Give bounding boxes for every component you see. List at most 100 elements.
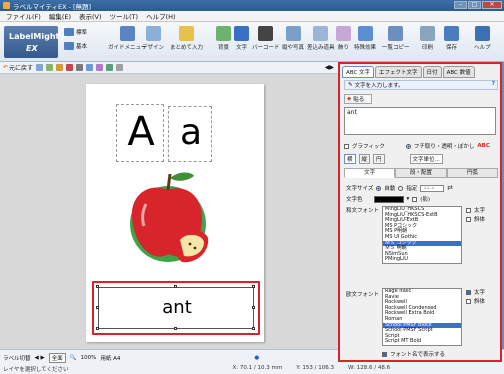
resize-handle-mr[interactable] xyxy=(252,306,255,309)
word-text: ant xyxy=(162,297,192,318)
char-unit-button[interactable]: 文字単位... xyxy=(409,154,443,164)
copy-tool-icon[interactable] xyxy=(46,64,54,71)
menu-file[interactable]: ファイル(F) xyxy=(2,11,45,21)
en-font-list[interactable]: Rage Italic Ravie Rockwell Rockwell Condens… xyxy=(382,288,462,346)
tab-text[interactable]: ABC 文字 xyxy=(342,66,375,78)
pencil-icon: ✎ xyxy=(348,82,353,88)
standard-button[interactable]: 標準 xyxy=(64,28,87,36)
menu-edit[interactable]: 編集(E) xyxy=(45,11,75,21)
resize-handle-tc[interactable] xyxy=(174,285,177,288)
apple-illustration[interactable] xyxy=(120,168,212,268)
resize-handle-ml[interactable] xyxy=(96,306,99,309)
tab-date[interactable]: 日付 xyxy=(422,66,442,78)
label-switch-button[interactable]: ラベル切替 xyxy=(3,354,31,362)
vertical-button[interactable]: 縦 xyxy=(358,154,371,164)
nav-arrows[interactable]: ◀ ▶ xyxy=(35,355,45,361)
size-input[interactable]: 11.2 xyxy=(420,184,445,192)
lock-icon[interactable] xyxy=(116,64,124,71)
abc-badge: ABC xyxy=(477,143,490,149)
hint-bar: ✎ 文字を入力します。 ? xyxy=(344,80,498,90)
standard-icon xyxy=(64,28,74,36)
graphic-checkbox[interactable] xyxy=(344,143,349,149)
ribbon-save-button[interactable]: 保存 xyxy=(444,26,459,51)
menu-help[interactable]: ヘルプ(H) xyxy=(142,11,179,21)
font-list-item[interactable]: PMingLiU xyxy=(383,257,461,263)
ribbon-background-button[interactable]: 背景 xyxy=(216,26,231,51)
background-icon xyxy=(216,26,231,41)
color-dropdown-icon[interactable]: ▾ xyxy=(407,196,410,202)
align-icon[interactable] xyxy=(86,64,94,71)
size-auto-radio[interactable] xyxy=(376,185,382,191)
resize-handle-br[interactable] xyxy=(252,327,255,330)
font-list-item[interactable]: Script MT Bold xyxy=(383,339,461,345)
minimize-button[interactable]: – xyxy=(454,1,467,9)
cut-icon[interactable] xyxy=(36,64,44,71)
menu-view[interactable]: 表示(V) xyxy=(75,11,106,21)
subtab-layout[interactable]: 段・配置 xyxy=(395,168,447,178)
ribbon-help-button[interactable]: ヘルプ xyxy=(474,26,491,51)
layer-icon[interactable] xyxy=(96,64,104,71)
en-bold-checkbox[interactable] xyxy=(466,289,471,295)
circle-button[interactable]: 円 xyxy=(373,154,385,164)
info-icon[interactable]: ● xyxy=(254,355,259,361)
text-color-swatch[interactable] xyxy=(373,195,404,203)
maximize-button[interactable]: □ xyxy=(468,1,481,9)
en-italic-row: 斜体 xyxy=(466,297,485,305)
text-input[interactable]: ant xyxy=(344,107,496,135)
ribbon-effect-button[interactable]: 特殊効果 xyxy=(354,26,376,51)
resize-handle-bc[interactable] xyxy=(174,327,177,330)
word-text-box[interactable]: ant xyxy=(98,287,254,329)
batch-input-button[interactable]: まとめて入力 xyxy=(170,26,203,51)
guide-menu-button[interactable]: ガイドメニュー xyxy=(108,26,147,51)
letter-frame-upper[interactable]: A xyxy=(116,104,164,162)
group-icon[interactable] xyxy=(76,64,84,71)
ribbon-barcode-button[interactable]: バーコード xyxy=(252,26,280,51)
resize-handle-tl[interactable] xyxy=(96,285,99,288)
resize-handle-tr[interactable] xyxy=(252,285,255,288)
ribbon-photo-button[interactable]: 縦や写真 xyxy=(282,26,304,51)
full-view-button[interactable]: 全面 xyxy=(48,353,66,363)
paper-size[interactable]: 用紙 A4 xyxy=(100,354,120,362)
tab-number[interactable]: ABC 数値 xyxy=(442,66,475,78)
size-fixed-radio[interactable] xyxy=(398,185,404,191)
ribbon-print-button[interactable]: 印刷 xyxy=(420,26,435,51)
letter-frame-lower[interactable]: a xyxy=(168,106,212,162)
horizontal-button[interactable]: 横 xyxy=(344,154,356,164)
subtab-text[interactable]: 文字 xyxy=(344,168,396,178)
resize-handle-bl[interactable] xyxy=(96,327,99,330)
menu-tools[interactable]: ツール(T) xyxy=(106,11,143,21)
zoom-level[interactable]: 100% xyxy=(81,355,97,361)
rotate-icon[interactable] xyxy=(106,64,114,71)
ribbon-text-button[interactable]: 文字 xyxy=(234,26,249,51)
coord-w: W: 128.6 / 48.6 xyxy=(348,365,391,371)
ribbon-copy-button[interactable]: 一覧コピー xyxy=(382,26,410,51)
shadow-checkbox[interactable] xyxy=(412,196,418,202)
close-button[interactable]: ✕ xyxy=(482,1,502,9)
title-bar: ラベルマイティEX - [無題] – □ ✕ xyxy=(0,0,504,11)
page-nav[interactable]: ◀▶ xyxy=(325,64,334,71)
tab-effect-text[interactable]: エフェクト文字 xyxy=(375,66,422,78)
jp-bold-checkbox[interactable] xyxy=(466,207,471,213)
jp-italic-checkbox[interactable] xyxy=(466,216,471,222)
en-italic-checkbox[interactable] xyxy=(466,298,471,304)
show-font-name-checkbox[interactable] xyxy=(382,351,387,357)
app-icon xyxy=(3,2,10,9)
undo-button[interactable]: ↶ 元に戻す xyxy=(3,63,33,72)
show-font-name-row: フォント名で表示する xyxy=(382,350,445,358)
zoom-in-icon[interactable]: 🔍 xyxy=(70,355,77,361)
delete-icon[interactable] xyxy=(66,64,74,71)
design-button[interactable]: デザイン xyxy=(142,26,164,51)
outline-option-radio[interactable] xyxy=(405,143,411,149)
basic-button[interactable]: 基本 xyxy=(64,42,87,50)
ribbon-merge-button[interactable]: 差込み道具 xyxy=(307,26,335,51)
paste-tool-icon[interactable] xyxy=(56,64,64,71)
ribbon-decoration-button[interactable]: 飾り xyxy=(336,26,351,51)
help-question-icon[interactable]: ? xyxy=(492,81,495,87)
paste-button[interactable]: ◆ 貼る xyxy=(344,94,372,104)
subtab-arc[interactable]: 円弧 xyxy=(446,168,498,178)
ribbon: LabelMighty EX 標準 基本 ガイドメニュー デザイン まとめて入力… xyxy=(0,22,504,62)
jp-font-list[interactable]: MingLiU_HKSCS MingLiU_HKSCS-ExtB MingLiU-E… xyxy=(382,206,462,264)
edit-toolbar: ↶ 元に戻す ◀▶ xyxy=(0,62,338,74)
size-row: 文字サイズ 自動 指定 11.2 pt xyxy=(346,184,454,192)
grid-icon xyxy=(119,26,135,41)
